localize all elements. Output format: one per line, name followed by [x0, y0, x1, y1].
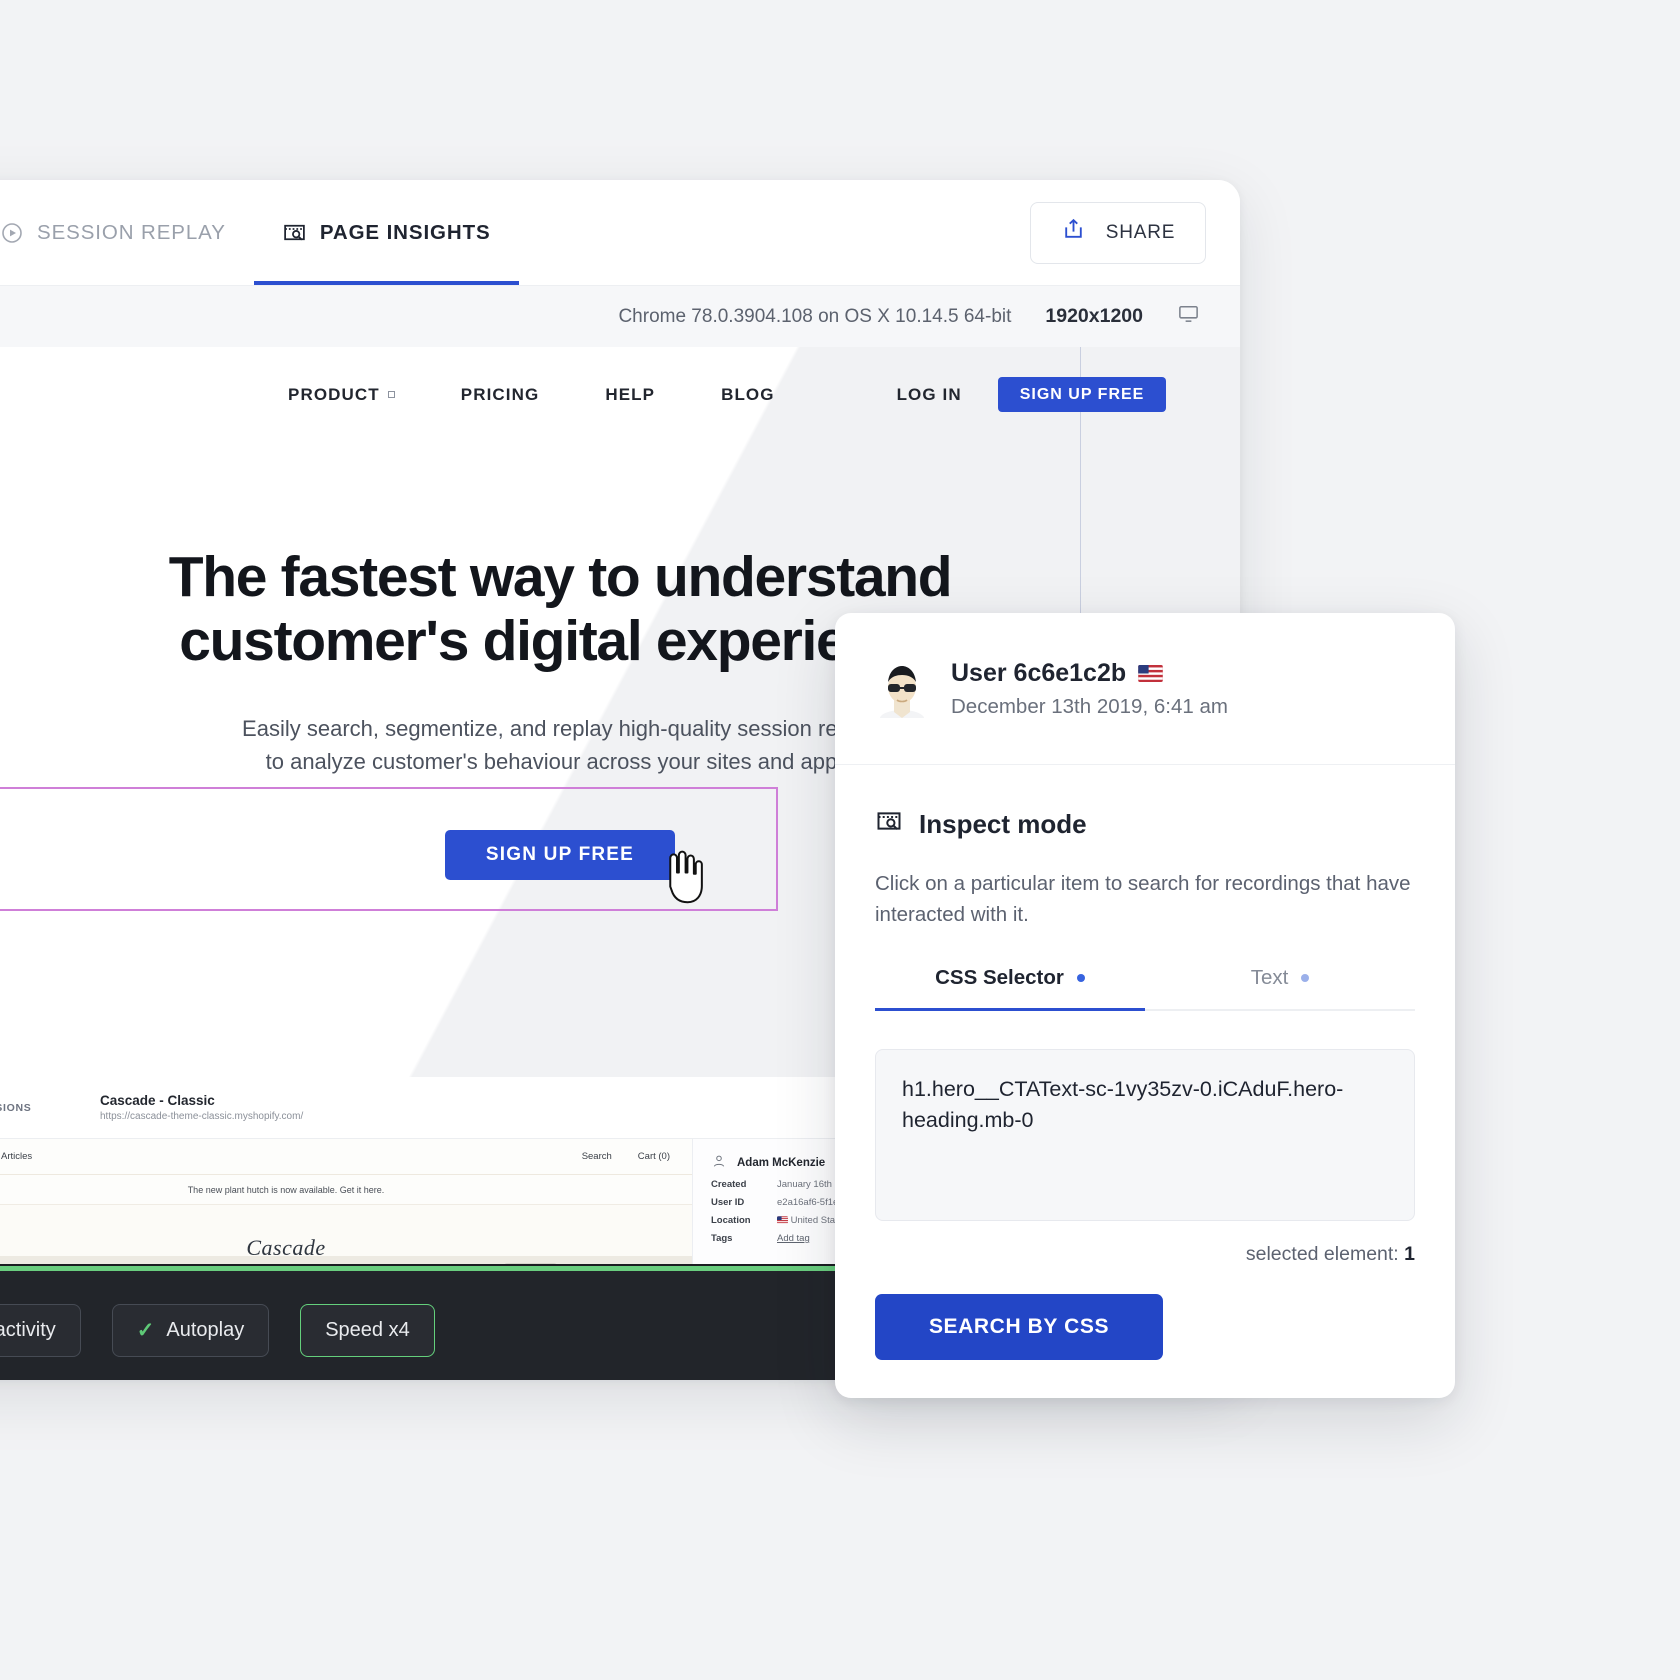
inspect-mode-title-row: Inspect mode: [875, 807, 1415, 842]
nested-session-url: https://cascade-theme-classic.myshopify.…: [100, 1111, 304, 1122]
inspect-mode-description: Click on a particular item to search for…: [875, 872, 1411, 927]
store-navigation: Shop About Articles Search Cart (0): [0, 1139, 692, 1175]
tab-text[interactable]: Text: [1145, 966, 1415, 1009]
site-nav-blog[interactable]: BLOG: [721, 385, 775, 405]
selected-element-label: selected element:: [1245, 1243, 1399, 1266]
inspect-search-tabs: CSS Selector Text: [875, 966, 1415, 1009]
hero-signup-button[interactable]: SIGN UP FREE: [445, 829, 675, 880]
add-tag-link[interactable]: Add tag: [777, 1233, 810, 1244]
skip-inactivity-toggle[interactable]: ✓ Skip inactivity: [0, 1304, 81, 1357]
speed-button[interactable]: Speed x4: [300, 1304, 435, 1357]
tab-label: PAGE INSIGHTS: [319, 220, 491, 244]
monitor-icon: [1177, 302, 1200, 331]
share-export-icon: [1061, 217, 1086, 248]
tab-page-insights[interactable]: PAGE INSIGHTS: [253, 180, 519, 285]
inspect-window-icon: [282, 220, 307, 245]
play-circle-icon: [0, 221, 24, 245]
store-promo-banner: The new plant hutch is now available. Ge…: [0, 1175, 692, 1205]
tab-label: Text: [1250, 966, 1289, 990]
us-flag-icon: [777, 1215, 791, 1226]
nested-store-page: Shop About Articles Search Cart (0) The …: [0, 1139, 692, 1264]
detail-key: Location: [711, 1215, 751, 1226]
detail-key: Tags: [711, 1233, 733, 1244]
inspect-user-name: User 6c6e1c2b: [951, 658, 1127, 687]
search-by-css-button[interactable]: SEARCH BY CSS: [875, 1294, 1163, 1361]
selected-element-value: 1: [1404, 1243, 1415, 1266]
inspect-mode-title: Inspect mode: [919, 809, 1087, 839]
detail-key: User ID: [711, 1197, 745, 1208]
autoplay-toggle[interactable]: ✓ Autoplay: [111, 1304, 270, 1357]
tab-label: SESSION REPLAY: [37, 220, 226, 244]
tab-session-replay[interactable]: SESSION REPLAY: [0, 180, 254, 285]
detail-key: Created: [711, 1179, 747, 1190]
app-tabs: SESSION REPLAY PAGE INSIGHTS: [0, 180, 519, 285]
nested-user-name: Adam McKenzie: [737, 1156, 826, 1169]
site-nav-pricing[interactable]: PRICING: [461, 385, 540, 405]
tab-label: CSS Selector: [935, 966, 1064, 990]
autoplay-label: Autoplay: [166, 1319, 245, 1341]
tab-css-selector[interactable]: CSS Selector: [875, 966, 1145, 1009]
back-label: BACK TO SESSIONS: [0, 1101, 32, 1114]
selected-element-count: selected element: 1: [875, 1243, 1415, 1266]
store-search-link[interactable]: Search: [582, 1151, 612, 1162]
inspect-user-block: User 6c6e1c2b December 13th 2019, 6:41 a…: [951, 659, 1228, 719]
skip-inactivity-label: Skip inactivity: [0, 1319, 56, 1341]
app-header: SESSION REPLAY PAGE INSIGHTS SHARE: [0, 180, 1240, 285]
store-cart-link[interactable]: Cart (0): [638, 1151, 670, 1162]
back-to-sessions-link[interactable]: BACK TO SESSIONS: [0, 1100, 100, 1116]
store-nav-articles[interactable]: Articles: [1, 1151, 32, 1162]
site-nav-login[interactable]: LOG IN: [897, 385, 962, 405]
screenshot-stage: SESSION REPLAY PAGE INSIGHTS SHARE Chrom…: [0, 0, 1680, 1680]
site-nav-product[interactable]: PRODUCT: [288, 385, 395, 405]
nested-session-title: Cascade - Classic: [100, 1093, 215, 1108]
info-dot-icon: [1301, 974, 1310, 983]
inspect-mode-panel: User 6c6e1c2b December 13th 2019, 6:41 a…: [835, 613, 1455, 1398]
inspect-window-icon: [875, 807, 903, 842]
resolution-value: 1920x1200: [1045, 305, 1143, 327]
chevron-down-icon: [387, 391, 395, 398]
check-icon: ✓: [136, 1319, 155, 1342]
hero-heading-line1: The fastest way to understand: [168, 545, 953, 609]
site-nav-signup-button[interactable]: SIGN UP FREE: [997, 377, 1167, 412]
inspect-session-date: December 13th 2019, 6:41 am: [951, 694, 1228, 718]
site-navigation: PRODUCT PRICING HELP BLOG LOG IN SIGN UP…: [0, 347, 1240, 442]
user-avatar-icon: [711, 1153, 727, 1172]
avatar: [875, 660, 929, 718]
session-meta-strip: Chrome 78.0.3904.108 on OS X 10.14.5 64-…: [0, 285, 1240, 347]
nested-session-title-group: Cascade - Classic https://cascade-theme-…: [100, 1093, 303, 1122]
site-nav-help[interactable]: HELP: [605, 385, 655, 405]
us-flag-icon: [1138, 664, 1163, 682]
css-selector-input[interactable]: [875, 1049, 1415, 1222]
inspect-panel-body: Inspect mode Click on a particular item …: [835, 765, 1455, 1361]
share-button[interactable]: SHARE: [1030, 201, 1206, 264]
hero-subtext: Easily search, segmentize, and replay hi…: [242, 715, 878, 774]
browser-info: Chrome 78.0.3904.108 on OS X 10.14.5 64-…: [618, 305, 1012, 327]
inspect-tabs-underline: [875, 1008, 1415, 1012]
cookie-banner: We use cookies to tailor your experience…: [0, 1256, 692, 1264]
share-label: SHARE: [1105, 221, 1176, 243]
nav-label: PRODUCT: [288, 384, 380, 404]
info-dot-icon: [1076, 974, 1085, 983]
inspect-user-name-row: User 6c6e1c2b: [951, 659, 1228, 688]
inspect-panel-header: User 6c6e1c2b December 13th 2019, 6:41 a…: [835, 613, 1455, 765]
hero-heading-line2: customer's digital experience: [179, 608, 942, 673]
